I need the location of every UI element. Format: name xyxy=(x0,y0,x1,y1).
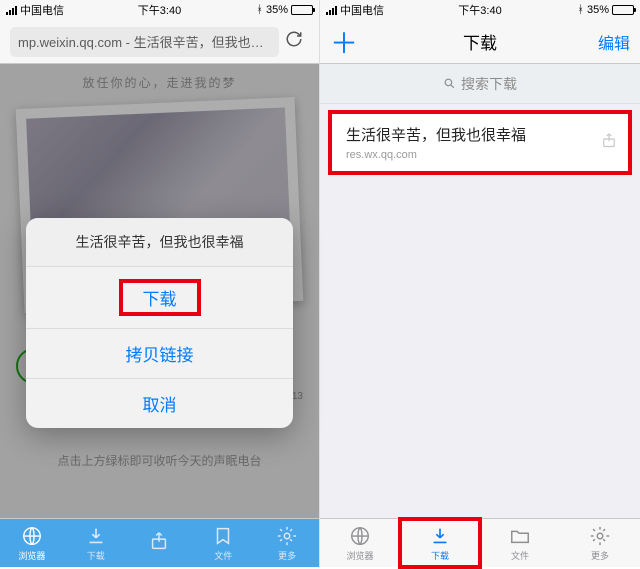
tab-bar: 浏览器 下载 文件 更多 xyxy=(0,518,319,567)
highlight-download: 下载 xyxy=(119,279,201,316)
tab-label: 文件 xyxy=(511,549,529,562)
tab-download[interactable]: 下载 xyxy=(64,519,128,567)
status-bar: 中国电信 下午3:40 ᚼ 35% xyxy=(0,0,319,20)
refresh-icon xyxy=(285,30,303,48)
folder-icon xyxy=(509,525,531,547)
tab-more[interactable]: 更多 xyxy=(255,519,319,567)
address-bar[interactable]: mp.weixin.qq.com - 生活很辛苦，但我也… xyxy=(10,27,279,57)
signal-icon xyxy=(6,6,17,15)
add-button[interactable]: ＋ xyxy=(330,22,360,62)
tab-label: 浏览器 xyxy=(18,549,45,562)
left-screen: 中国电信 下午3:40 ᚼ 35% mp.weixin.qq.com - 生活很… xyxy=(0,0,320,567)
status-bar: 中国电信 下午3:40 ᚼ 35% xyxy=(320,0,640,20)
carrier-label: 中国电信 xyxy=(340,2,384,18)
clock-label: 下午3:40 xyxy=(458,2,501,18)
signal-icon xyxy=(326,6,337,15)
sheet-cancel-button[interactable]: 取消 xyxy=(26,379,293,428)
address-text: mp.weixin.qq.com - 生活很辛苦，但我也… xyxy=(18,32,264,51)
sheet-copy-button[interactable]: 拷贝链接 xyxy=(26,329,293,379)
gear-icon xyxy=(276,525,298,547)
search-bar[interactable]: 搜索下载 xyxy=(320,64,640,104)
downloads-content: 搜索下载 生活很辛苦，但我也很幸福 res.wx.qq.com xyxy=(320,64,640,518)
globe-icon xyxy=(21,525,43,547)
bluetooth-icon: ᚼ xyxy=(577,4,584,16)
tab-browser[interactable]: 浏览器 xyxy=(320,519,400,567)
tab-label: 文件 xyxy=(214,549,232,562)
tab-files[interactable]: 文件 xyxy=(191,519,255,567)
tab-bar: 浏览器 下载 文件 更多 xyxy=(320,518,640,567)
edit-button[interactable]: 编辑 xyxy=(598,30,630,54)
action-sheet: 生活很辛苦，但我也很幸福 下载 拷贝链接 取消 xyxy=(26,218,293,428)
bookmark-icon xyxy=(212,525,234,547)
sheet-title: 生活很辛苦，但我也很幸福 xyxy=(26,218,293,267)
share-icon[interactable] xyxy=(600,131,618,154)
tab-browser[interactable]: 浏览器 xyxy=(0,519,64,567)
right-screen: 中国电信 下午3:40 ᚼ 35% ＋ 下载 编辑 搜索下载 生活很辛苦，但我也… xyxy=(320,0,640,567)
tab-more[interactable]: 更多 xyxy=(560,519,640,567)
tab-label: 更多 xyxy=(278,549,296,562)
tab-files[interactable]: 文件 xyxy=(480,519,560,567)
clock-label: 下午3:40 xyxy=(138,2,181,18)
download-icon xyxy=(429,525,451,547)
tab-label: 下载 xyxy=(87,549,105,562)
search-icon xyxy=(443,77,456,90)
tab-label: 更多 xyxy=(591,549,609,562)
battery-icon xyxy=(291,5,313,15)
sheet-download-button[interactable]: 下载 xyxy=(26,267,293,329)
tab-download[interactable]: 下载 xyxy=(400,519,480,567)
nav-bar: ＋ 下载 编辑 xyxy=(320,20,640,64)
search-placeholder: 搜索下载 xyxy=(461,74,517,94)
page-title: 下载 xyxy=(463,29,497,54)
download-icon xyxy=(85,525,107,547)
download-item[interactable]: 生活很辛苦，但我也很幸福 res.wx.qq.com xyxy=(328,110,632,175)
nav-bar: mp.weixin.qq.com - 生活很辛苦，但我也… xyxy=(0,20,319,64)
download-item-title: 生活很辛苦，但我也很幸福 xyxy=(346,124,588,145)
bluetooth-icon: ᚼ xyxy=(256,4,263,16)
battery-percent: 35% xyxy=(587,4,609,16)
battery-icon xyxy=(612,5,634,15)
tab-label: 浏览器 xyxy=(346,549,373,562)
tab-share-center[interactable] xyxy=(128,517,192,565)
download-item-source: res.wx.qq.com xyxy=(346,149,588,161)
carrier-label: 中国电信 xyxy=(20,2,64,18)
tab-label: 下载 xyxy=(431,549,449,562)
gear-icon xyxy=(589,525,611,547)
share-icon xyxy=(148,530,170,552)
refresh-button[interactable] xyxy=(279,30,309,53)
globe-icon xyxy=(349,525,371,547)
battery-percent: 35% xyxy=(266,4,288,16)
